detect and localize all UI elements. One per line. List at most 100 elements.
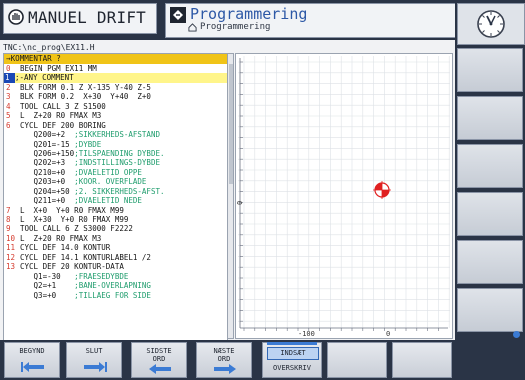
arrow-left-icon — [149, 364, 171, 374]
program-line[interactable]: 4 TOOL CALL 3 Z S1500 — [4, 102, 227, 111]
softkey-label: SIDSTE — [146, 347, 172, 355]
line-number: 13 — [6, 262, 16, 272]
line-code: ;-ANY COMMENT — [15, 73, 74, 83]
program-edit-icon — [170, 7, 186, 23]
program-line[interactable]: Q203=+0 ;KOOR. OVERFLADE — [4, 177, 227, 186]
header-bar: MANUEL DRIFT Programmering Programmering — [0, 0, 457, 40]
program-line[interactable]: Q202=+3 ;INDSTILLINGS-DYBDE — [4, 158, 227, 167]
line-code: Q200=+2 — [20, 130, 66, 140]
vertical-softkey-1[interactable] — [457, 48, 523, 92]
insert-overwrite-toggle[interactable]: INDSÆT OVERSKRIV — [262, 342, 322, 378]
datum-quadrant — [382, 190, 389, 197]
program-line[interactable]: 8 L X+30 Y+0 R0 FMAX M99 — [4, 215, 227, 224]
arrow-left-bar-icon — [21, 362, 44, 372]
line-number: 11 — [6, 243, 16, 253]
softkey-end[interactable]: SLUT — [66, 342, 122, 378]
line-code: Q206=+150 — [20, 148, 75, 158]
line-comment: ;FRAESEDYBDE — [60, 271, 129, 281]
program-line[interactable]: Q2=+1 ;BANE-OVERLAPNING — [4, 281, 227, 290]
program-line[interactable]: Q210=+0 ;DVAELETID OPPE — [4, 168, 227, 177]
softkey-previous-word[interactable]: SIDSTE ORD — [131, 342, 187, 378]
softkey-label-line2: ORD — [152, 355, 166, 363]
toggle-insert-option: INDSÆT — [267, 347, 319, 360]
program-list[interactable]: →KOMMENTAR ? 0 BEGIN PGM EX11 MM 1 ;-ANY CO… — [3, 53, 228, 341]
line-number: 5 — [6, 111, 11, 121]
line-comment: ;INDSTILLINGS-DYBDE — [65, 158, 160, 168]
program-line[interactable]: Q1=-30 ;FRAESEDYBDE — [4, 272, 227, 281]
program-line[interactable]: 2 BLK FORM 0.1 Z X-135 Y-40 Z-5 — [4, 83, 227, 92]
operating-mode-box[interactable]: MANUEL DRIFT — [3, 3, 157, 34]
vertical-softkey-4[interactable] — [457, 192, 523, 236]
status-dot — [513, 331, 520, 338]
program-line[interactable]: 1 ;-ANY COMMENT — [4, 73, 227, 83]
program-line[interactable]: 5 L Z+20 R0 FMAX M3 — [4, 111, 227, 120]
line-number: 3 — [6, 92, 11, 102]
toggle-overwrite-option: OVERSKRIV — [273, 364, 311, 372]
softkey-next-word[interactable]: NÆSTE ORD — [196, 342, 252, 378]
x-tick-label: 0 — [386, 330, 390, 338]
softkey-label: NÆSTE — [213, 347, 235, 355]
program-line[interactable]: Q200=+2 ;SIKKERHEDS-AFSTAND — [4, 130, 227, 139]
vertical-softkey-3[interactable] — [457, 144, 523, 188]
line-code: CYCL DEF 14.1 KONTURLABEL1 /2 — [20, 252, 151, 262]
line-number: 12 — [6, 252, 16, 262]
line-number: 4 — [6, 101, 11, 111]
scrollbar-thumb[interactable] — [229, 64, 233, 184]
line-code: L Z+20 R0 FMAX M3 — [20, 233, 102, 243]
program-line[interactable]: 12 CYCL DEF 14.1 KONTURLABEL1 /2 — [4, 253, 227, 262]
main-area: TNC:\nc_prog\EX11.H →KOMMENTAR ? 0 BEGIN … — [0, 40, 455, 341]
program-line[interactable]: 9 TOOL CALL 6 Z S3000 F2222 — [4, 224, 227, 233]
program-line[interactable]: Q206=+150;TILSPAENDING DYBDE. — [4, 149, 227, 158]
line-comment: ;SIKKERHEDS-AFSTAND — [65, 130, 160, 140]
program-line[interactable]: Q204=+50 ;2. SIKKERHEDS-AFST. — [4, 187, 227, 196]
line-number: 9 — [6, 224, 11, 234]
softkey-bar: BEGYND SLUT SIDSTE ORD NÆSTE ORD INDSÆT … — [0, 340, 455, 380]
line-comment: ;DYBDE — [69, 139, 102, 149]
softkey-empty-7[interactable] — [392, 342, 452, 378]
x-tick-label: -100 — [298, 330, 315, 338]
line-number: 6 — [6, 120, 11, 130]
line-comment: ;TILLAEG FOR SIDE — [56, 290, 151, 300]
programming-mode-box[interactable]: Programmering Programmering — [165, 3, 457, 38]
operating-mode-label: MANUEL DRIFT — [28, 8, 146, 27]
line-comment: ;DVAELETID OPPE — [65, 167, 142, 177]
program-line[interactable]: Q211=+0 ;DVAELETID NEDE — [4, 196, 227, 205]
line-code: CYCL DEF 14.0 KONTUR — [20, 243, 111, 253]
programming-title: Programmering — [190, 5, 308, 23]
program-line[interactable]: 7 L X+0 Y+0 R0 FMAX M99 — [4, 206, 227, 215]
line-number: 2 — [6, 82, 11, 92]
program-line[interactable]: 6 CYCL DEF 200 BORING — [4, 121, 227, 130]
line-code: TOOL CALL 3 Z S1500 — [20, 101, 106, 111]
program-line[interactable]: Q201=-15 ;DYBDE — [4, 140, 227, 149]
program-line[interactable]: 3 BLK FORM 0.2 X+30 Y+40 Z+0 — [4, 92, 227, 101]
program-line[interactable]: Q3=+0 ;TILLAEG FOR SIDE — [4, 291, 227, 300]
clock-button[interactable] — [457, 3, 525, 45]
line-code: TOOL CALL 6 Z S3000 F2222 — [20, 224, 133, 234]
arrow-right-bar-icon — [84, 362, 107, 372]
datum-quadrant — [375, 183, 382, 190]
home-icon — [188, 23, 197, 32]
line-number: 0 — [6, 64, 11, 73]
program-line[interactable]: 13 CYCL DEF 20 KONTUR-DATA — [4, 262, 227, 271]
vertical-softkey-2[interactable] — [457, 96, 523, 140]
line-code: Q210=+0 — [20, 167, 66, 177]
line-number: 1 — [4, 73, 15, 83]
program-line[interactable]: 0 BEGIN PGM EX11 MM — [4, 64, 227, 73]
program-scrollbar[interactable] — [227, 53, 234, 339]
line-code: Q204=+50 — [20, 186, 70, 196]
softkey-empty-6[interactable] — [327, 342, 387, 378]
line-number: 10 — [6, 233, 16, 243]
softkey-begin[interactable]: BEGYND — [4, 342, 60, 378]
line-number: 7 — [6, 205, 11, 215]
program-line[interactable]: 11 CYCL DEF 14.0 KONTUR — [4, 243, 227, 252]
program-line[interactable]: 10 L Z+20 R0 FMAX M3 — [4, 234, 227, 243]
line-code: Q211=+0 — [20, 196, 66, 206]
vertical-softkey-6[interactable] — [457, 288, 523, 332]
clock-icon — [477, 10, 505, 38]
workpiece-graphic: -100 0 0 — [236, 56, 450, 338]
line-code: Q1=-30 — [20, 271, 61, 281]
vertical-softkey-5[interactable] — [457, 240, 523, 284]
line-code: CYCL DEF 200 BORING — [20, 120, 106, 130]
graphic-view[interactable]: -100 0 0 — [235, 53, 453, 339]
line-comment: ;2. SIKKERHEDS-AFST. — [69, 186, 165, 196]
